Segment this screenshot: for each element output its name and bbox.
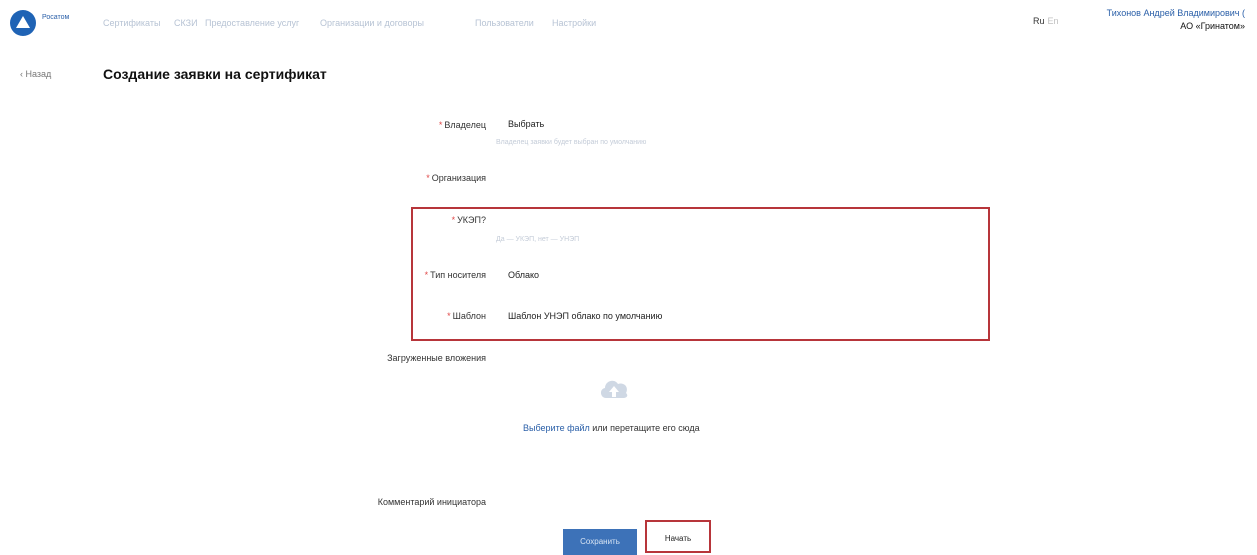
comment-input[interactable] <box>496 490 876 514</box>
page-title: Создание заявки на сертификат <box>103 66 327 82</box>
attachments-label: Загруженные вложения <box>387 353 486 363</box>
ukep-hint: Да — УКЭП, нет — УНЭП <box>496 236 580 243</box>
rosatom-logo-icon[interactable] <box>10 10 36 36</box>
nav-users[interactable]: Пользователи <box>475 18 534 28</box>
user-organization: АО «Гринатом» <box>1180 21 1245 31</box>
nav-skzi[interactable]: СКЗИ <box>174 18 198 28</box>
upload-dropzone-text[interactable]: Выберите файл или перетащите его сюда <box>523 423 700 433</box>
media-type-label: * Тип носителя <box>424 270 486 280</box>
choose-file-link[interactable]: Выберите файл <box>523 423 590 433</box>
highlight-box-fields <box>411 207 990 341</box>
user-name[interactable]: Тихонов Андрей Владимирович ( <box>1107 8 1245 18</box>
nav-certificates[interactable]: Сертификаты <box>103 18 160 28</box>
template-label: * Шаблон <box>447 311 486 321</box>
organization-label: * Организация <box>426 173 486 183</box>
owner-select[interactable]: Выбрать <box>508 119 544 129</box>
nav-organizations[interactable]: Организации и договоры <box>320 18 424 28</box>
lang-ru[interactable]: Ru <box>1033 16 1045 26</box>
lang-en[interactable]: En <box>1048 16 1059 26</box>
drag-hint: или перетащите его сюда <box>589 423 700 433</box>
language-switch: Ru En <box>1033 16 1059 26</box>
cloud-upload-icon[interactable] <box>597 372 631 406</box>
back-link[interactable]: ‹ Назад <box>20 69 51 79</box>
save-button[interactable]: Сохранить <box>563 529 637 555</box>
owner-label: * Владелец <box>438 120 486 130</box>
media-type-select[interactable]: Облако <box>508 270 539 280</box>
owner-hint: Владелец заявки будет выбран по умолчани… <box>496 139 647 146</box>
nav-services[interactable]: Предоставление услуг <box>205 18 299 28</box>
template-select[interactable]: Шаблон УНЭП облако по умолчанию <box>508 311 662 321</box>
comment-label: Комментарий инициатора <box>377 497 486 507</box>
ukep-label: * УКЭП? <box>451 215 486 225</box>
nav-settings[interactable]: Настройки <box>552 18 596 28</box>
start-button[interactable]: Начать <box>645 520 711 553</box>
logo-text: Росатом <box>42 14 70 21</box>
